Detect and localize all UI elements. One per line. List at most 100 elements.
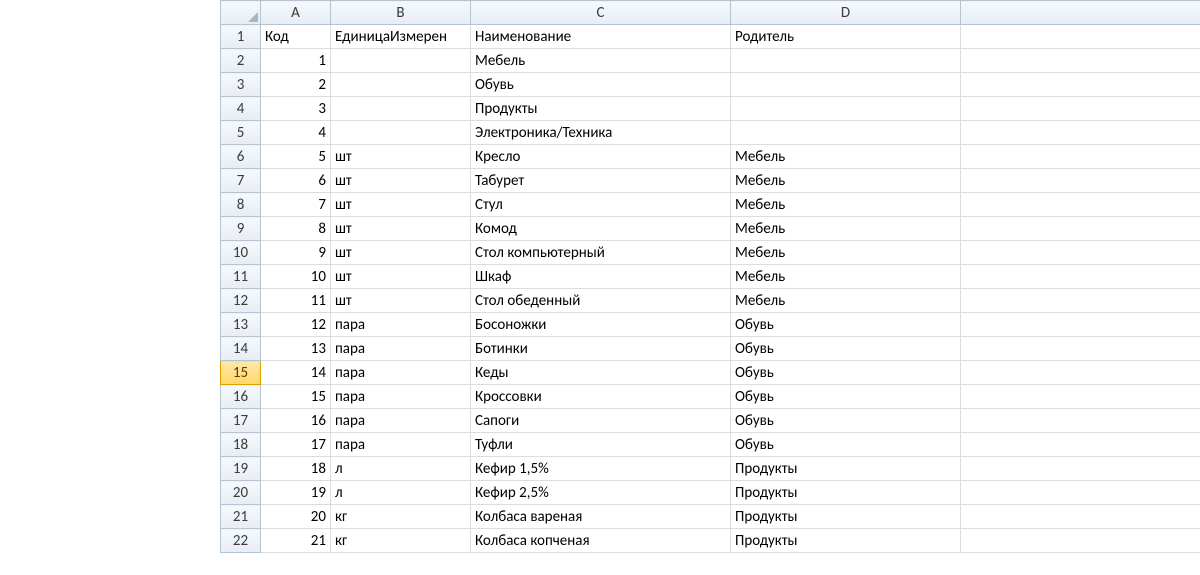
cell[interactable]: кг — [331, 529, 471, 553]
cell[interactable]: Обувь — [731, 409, 961, 433]
cell[interactable]: Обувь — [731, 313, 961, 337]
row-header[interactable]: 21 — [221, 505, 261, 529]
cell[interactable]: Стол компьютерный — [471, 241, 731, 265]
cell[interactable] — [961, 337, 1200, 361]
cell[interactable]: 15 — [261, 385, 331, 409]
cell[interactable]: Колбаса вареная — [471, 505, 731, 529]
row-header[interactable]: 7 — [221, 169, 261, 193]
cell[interactable]: 13 — [261, 337, 331, 361]
cell[interactable]: 5 — [261, 145, 331, 169]
cell[interactable]: Мебель — [471, 49, 731, 73]
cell[interactable]: пара — [331, 337, 471, 361]
row-header[interactable]: 11 — [221, 265, 261, 289]
cell[interactable] — [961, 505, 1200, 529]
cell[interactable] — [731, 73, 961, 97]
cell[interactable]: Наименование — [471, 25, 731, 49]
column-header-C[interactable]: C — [471, 1, 731, 25]
row-header[interactable]: 1 — [221, 25, 261, 49]
cell[interactable]: Обувь — [731, 385, 961, 409]
cell[interactable] — [961, 97, 1200, 121]
row-header[interactable]: 17 — [221, 409, 261, 433]
column-header-A[interactable]: A — [261, 1, 331, 25]
cell[interactable]: 11 — [261, 289, 331, 313]
cell[interactable]: кг — [331, 505, 471, 529]
cell[interactable] — [961, 313, 1200, 337]
cell[interactable]: шт — [331, 241, 471, 265]
cell[interactable]: 1 — [261, 49, 331, 73]
cell[interactable]: 8 — [261, 217, 331, 241]
cell[interactable]: шт — [331, 217, 471, 241]
cell[interactable]: л — [331, 457, 471, 481]
cell[interactable]: 16 — [261, 409, 331, 433]
cell[interactable]: л — [331, 481, 471, 505]
cell[interactable]: шт — [331, 265, 471, 289]
cell[interactable]: 14 — [261, 361, 331, 385]
cell[interactable]: Код — [261, 25, 331, 49]
spreadsheet-grid[interactable]: A B C D 1КодЕдиницаИзмеренНаименованиеРо… — [220, 0, 1200, 553]
row-header[interactable]: 8 — [221, 193, 261, 217]
cell[interactable] — [961, 145, 1200, 169]
cell[interactable]: пара — [331, 361, 471, 385]
cell[interactable]: 18 — [261, 457, 331, 481]
row-header[interactable]: 20 — [221, 481, 261, 505]
row-header[interactable]: 10 — [221, 241, 261, 265]
cell[interactable]: Мебель — [731, 217, 961, 241]
cell[interactable]: шт — [331, 145, 471, 169]
cell[interactable]: Кеды — [471, 361, 731, 385]
cell[interactable]: Мебель — [731, 241, 961, 265]
cell[interactable] — [961, 529, 1200, 553]
cell[interactable]: пара — [331, 433, 471, 457]
row-header[interactable]: 12 — [221, 289, 261, 313]
cell[interactable]: Мебель — [731, 193, 961, 217]
cell[interactable]: шт — [331, 169, 471, 193]
cell[interactable]: 17 — [261, 433, 331, 457]
cell[interactable]: Электроника/Техника — [471, 121, 731, 145]
cell[interactable]: Стол обеденный — [471, 289, 731, 313]
cell[interactable]: Кресло — [471, 145, 731, 169]
column-header-D[interactable]: D — [731, 1, 961, 25]
cell[interactable] — [331, 49, 471, 73]
cell[interactable] — [731, 49, 961, 73]
cell[interactable]: 19 — [261, 481, 331, 505]
cell[interactable] — [961, 481, 1200, 505]
cell[interactable]: Мебель — [731, 145, 961, 169]
cell[interactable]: Кефир 2,5% — [471, 481, 731, 505]
cell[interactable]: пара — [331, 385, 471, 409]
cell[interactable]: 9 — [261, 241, 331, 265]
cell[interactable]: пара — [331, 313, 471, 337]
cell[interactable]: 3 — [261, 97, 331, 121]
row-header[interactable]: 15 — [221, 361, 261, 385]
row-header[interactable]: 2 — [221, 49, 261, 73]
row-header[interactable]: 5 — [221, 121, 261, 145]
cell[interactable] — [331, 121, 471, 145]
cell[interactable]: Табурет — [471, 169, 731, 193]
row-header[interactable]: 16 — [221, 385, 261, 409]
cell[interactable] — [331, 97, 471, 121]
cell[interactable]: Колбаса копченая — [471, 529, 731, 553]
cell[interactable]: Продукты — [731, 481, 961, 505]
cell[interactable] — [961, 361, 1200, 385]
cell[interactable]: пара — [331, 409, 471, 433]
cell[interactable]: Комод — [471, 217, 731, 241]
cell[interactable]: 10 — [261, 265, 331, 289]
cell[interactable] — [961, 289, 1200, 313]
cell[interactable] — [961, 193, 1200, 217]
cell[interactable] — [731, 121, 961, 145]
cell[interactable]: Кефир 1,5% — [471, 457, 731, 481]
cell[interactable]: Шкаф — [471, 265, 731, 289]
cell[interactable]: Продукты — [471, 97, 731, 121]
select-all-corner[interactable] — [221, 1, 261, 25]
cell[interactable]: Босоножки — [471, 313, 731, 337]
cell[interactable]: Продукты — [731, 505, 961, 529]
row-header[interactable]: 22 — [221, 529, 261, 553]
row-header[interactable]: 14 — [221, 337, 261, 361]
cell[interactable]: Мебель — [731, 265, 961, 289]
cell[interactable]: Стул — [471, 193, 731, 217]
cell[interactable] — [731, 97, 961, 121]
cell[interactable] — [961, 49, 1200, 73]
cell[interactable]: Обувь — [731, 337, 961, 361]
cell[interactable] — [961, 457, 1200, 481]
cell[interactable] — [961, 169, 1200, 193]
column-header-empty[interactable] — [961, 1, 1200, 25]
row-header[interactable]: 18 — [221, 433, 261, 457]
